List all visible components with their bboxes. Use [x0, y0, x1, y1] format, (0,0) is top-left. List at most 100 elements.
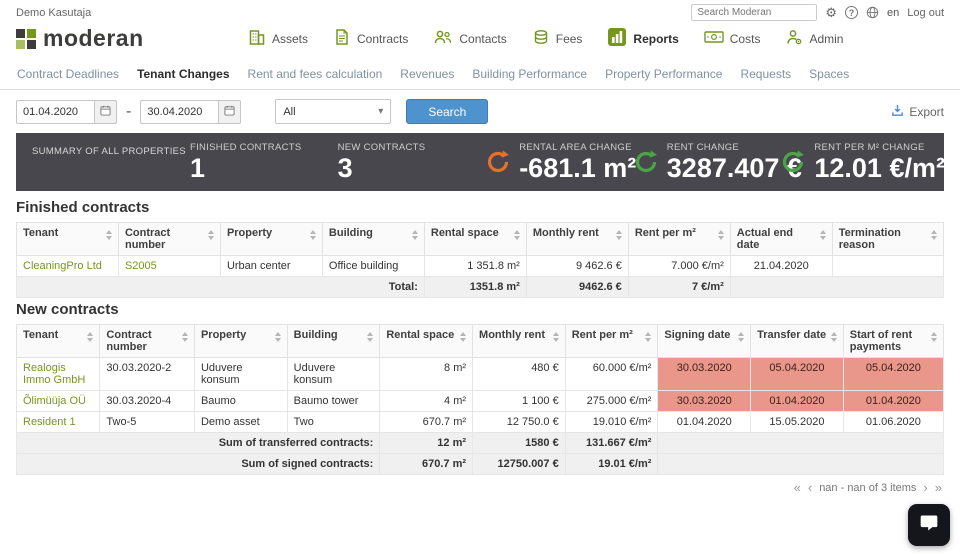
date-from-calendar-button[interactable] [94, 99, 117, 124]
rental-space-cell: 4 m² [379, 390, 474, 412]
chat-bubble-icon [919, 513, 939, 538]
stat-label: Rental area change [519, 142, 632, 153]
top-bar: Demo Kasutaja ⚙ ? en Log out [0, 0, 960, 23]
tab-rent-and-fees-calculation[interactable]: Rent and fees calculation [239, 59, 392, 89]
nav-costs[interactable]: Costs [704, 29, 760, 48]
date-range-separator: - [126, 102, 132, 120]
column-header-transfer-date[interactable]: Transfer date [750, 324, 844, 358]
column-header-building[interactable]: Building [286, 324, 381, 358]
nav-contracts[interactable]: Contracts [333, 28, 408, 49]
stat-rental-area-change: Rental area change -681.1 m² [485, 142, 636, 182]
language-label[interactable]: en [887, 7, 899, 19]
pagination-status: nan - nan of 3 items [819, 481, 917, 494]
column-header-actual-end-date[interactable]: Actual end date [729, 222, 833, 256]
date-to-input[interactable] [140, 99, 219, 124]
global-search-input[interactable] [691, 4, 818, 21]
pagination-first-button[interactable]: « [794, 481, 801, 494]
property-cell: Demo asset [193, 411, 288, 433]
total-monthly-rent: 9462.6 € [525, 276, 629, 298]
sort-icon [738, 329, 745, 342]
new-contracts-table: Tenant Contract number Property Building… [15, 324, 945, 475]
column-header-monthly-rent[interactable]: Monthly rent [472, 324, 566, 358]
export-link[interactable]: Export [891, 104, 944, 120]
tab-revenues[interactable]: Revenues [391, 59, 463, 89]
settings-gear-icon[interactable]: ⚙ [825, 6, 837, 19]
pagination-last-button[interactable]: » [935, 481, 942, 494]
tenant-link[interactable]: Resident 1 [23, 416, 76, 428]
column-header-property[interactable]: Property [219, 222, 323, 256]
pagination-next-button[interactable]: › [923, 481, 927, 494]
sort-icon [460, 329, 467, 342]
signing-date-cell: 30.03.2020 [657, 390, 752, 412]
stat-label: New contracts [337, 142, 426, 153]
column-header-property[interactable]: Property [193, 324, 288, 358]
people-icon [433, 28, 453, 49]
tab-building-performance[interactable]: Building Performance [463, 59, 596, 89]
building-icon [248, 28, 266, 49]
column-header-contract-number[interactable]: Contract number [117, 222, 221, 256]
language-globe-icon[interactable] [866, 6, 879, 19]
trend-up-icon [780, 149, 806, 175]
pagination-prev-button[interactable]: ‹ [808, 481, 812, 494]
contract-number-link[interactable]: S2005 [125, 260, 157, 272]
search-button[interactable]: Search [406, 99, 489, 124]
column-header-contract-number[interactable]: Contract number [99, 324, 195, 358]
column-header-termination-reason[interactable]: Termination reason [831, 222, 945, 256]
column-header-monthly-rent[interactable]: Monthly rent [525, 222, 629, 256]
tenant-link[interactable]: Õlimüüja OÜ [23, 395, 86, 407]
tenant-link[interactable]: Realogis Immo GmbH [23, 362, 85, 386]
main-header: moderan Assets Contracts Contacts Fees R… [0, 23, 960, 59]
logout-link[interactable]: Log out [907, 7, 944, 19]
stat-new-contracts: New contracts 3 [338, 142, 486, 182]
chat-button[interactable] [908, 504, 950, 546]
column-header-rent-per-m2[interactable]: Rent per m² [627, 222, 731, 256]
stat-rent-change: Rent change 3287.407 € [633, 142, 802, 182]
column-header-start-of-rent-payments[interactable]: Start of rent payments [842, 324, 945, 358]
pagination: « ‹ nan - nan of 3 items › » [16, 475, 944, 500]
sort-icon [367, 329, 374, 342]
summary-bar: Summary of all properties Finished contr… [16, 133, 945, 191]
stat-label: Rent per m² change [814, 142, 925, 153]
column-header-building[interactable]: Building [321, 222, 425, 256]
moderan-logo[interactable]: moderan [16, 25, 212, 52]
tab-requests[interactable]: Requests [731, 59, 800, 89]
stat-value: 12.01 €/m² [814, 153, 945, 183]
nav-admin[interactable]: Admin [785, 28, 843, 49]
nav-label: Contracts [357, 31, 409, 46]
tab-property-performance[interactable]: Property Performance [596, 59, 731, 89]
tenant-link[interactable]: CleaningPro Ltd [23, 260, 102, 272]
termination-reason-cell [831, 255, 945, 277]
nav-contacts[interactable]: Contacts [433, 28, 507, 49]
sort-icon [411, 227, 418, 240]
nav-label: Assets [272, 31, 309, 46]
nav-fees[interactable]: Fees [532, 28, 582, 49]
nav-reports[interactable]: Reports [607, 27, 679, 50]
date-to-calendar-button[interactable] [218, 99, 242, 124]
column-header-rental-space[interactable]: Rental space [379, 324, 474, 358]
actual-end-date-cell: 21.04.2020 [729, 255, 833, 277]
user-name[interactable]: Demo Kasutaja [16, 7, 91, 19]
help-icon[interactable]: ? [845, 6, 859, 19]
transfer-date-cell: 05.04.2020 [750, 357, 844, 391]
building-cell: Uduvere konsum [286, 357, 381, 391]
contract-number-cell: Two-5 [99, 411, 195, 433]
sum-monthly-rent: 12750.007 € [472, 453, 566, 475]
report-content: Finished contracts Tenant Contract numbe… [0, 199, 960, 500]
rent-per-m2-cell: 7.000 €/m² [627, 255, 731, 277]
column-header-rental-space[interactable]: Rental space [423, 222, 527, 256]
column-header-signing-date[interactable]: Signing date [657, 324, 752, 358]
building-cell: Baumo tower [286, 390, 381, 412]
tab-contract-deadlines[interactable]: Contract Deadlines [8, 59, 128, 89]
nav-assets[interactable]: Assets [248, 28, 308, 49]
column-header-rent-per-m2[interactable]: Rent per m² [564, 324, 659, 358]
date-from-input[interactable] [16, 99, 94, 124]
table-row: Realogis Immo GmbH 30.03.2020-2 Uduvere … [15, 357, 945, 391]
tab-tenant-changes[interactable]: Tenant Changes [128, 59, 238, 89]
column-header-tenant[interactable]: Tenant [16, 222, 119, 256]
tab-spaces[interactable]: Spaces [800, 59, 858, 89]
property-filter-select[interactable]: All ▾ [275, 99, 392, 124]
signing-date-cell: 01.04.2020 [657, 411, 752, 433]
column-header-tenant[interactable]: Tenant [15, 324, 101, 358]
table-row: Õlimüüja OÜ 30.03.2020-4 Baumo Baumo tow… [15, 390, 945, 412]
sort-icon [819, 227, 826, 251]
